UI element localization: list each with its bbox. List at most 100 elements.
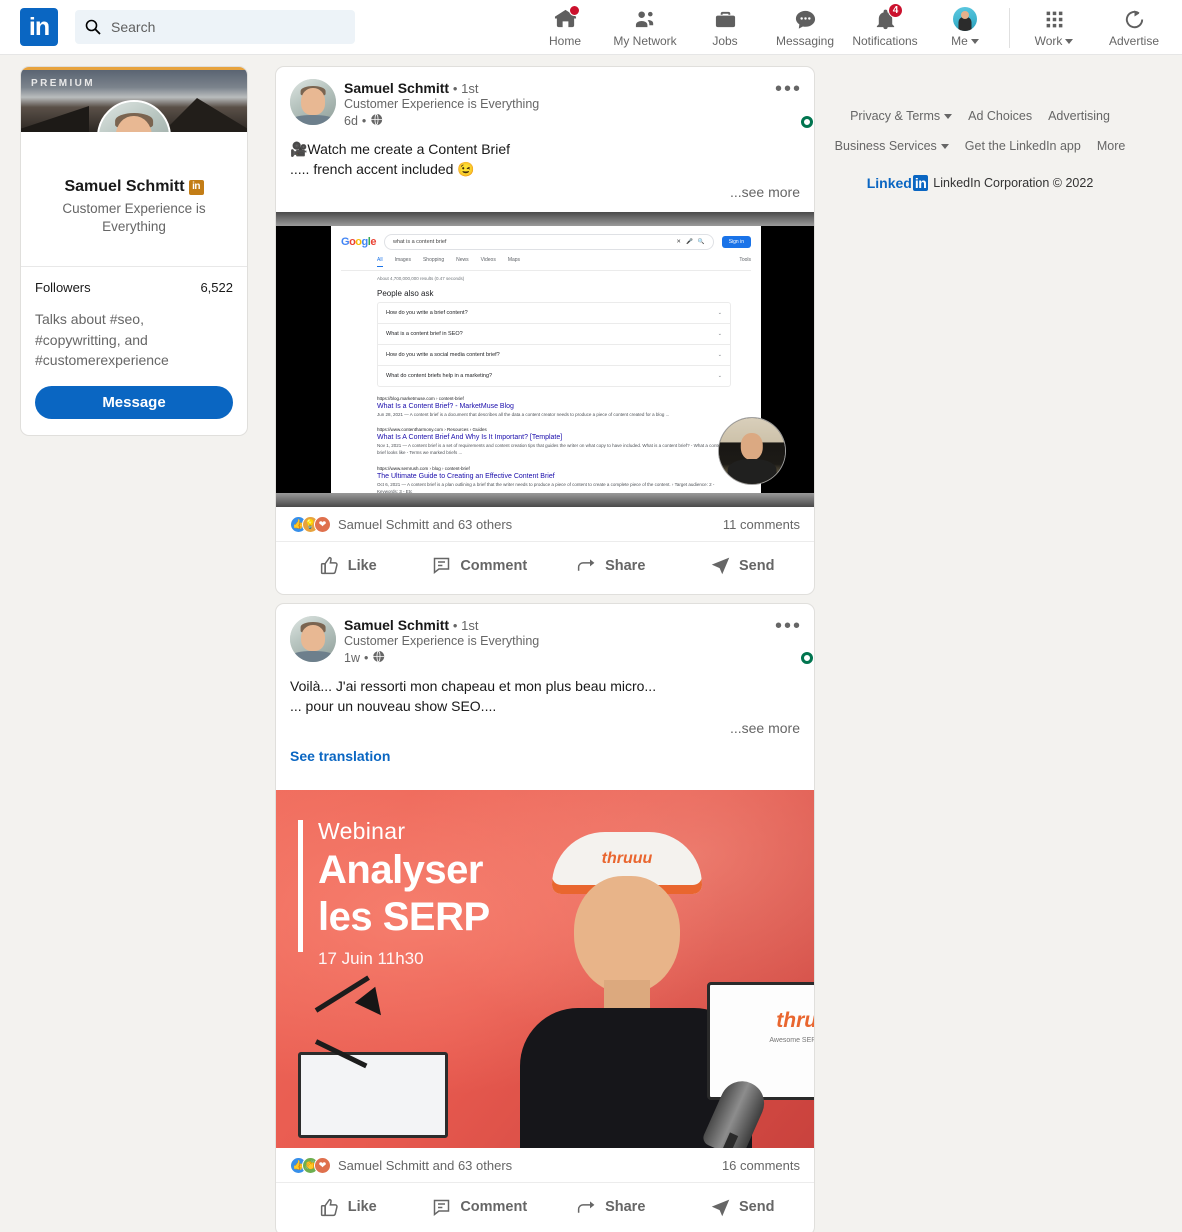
nav-label-work: Work bbox=[1034, 34, 1063, 48]
reaction-text: Samuel Schmitt and 63 others bbox=[338, 1158, 513, 1174]
google-query: what is a content brief bbox=[392, 238, 447, 245]
send-button[interactable]: Send bbox=[677, 1187, 809, 1227]
share-button[interactable]: Share bbox=[545, 546, 677, 586]
footer-link-get-app[interactable]: Get the LinkedIn app bbox=[965, 135, 1081, 159]
comments-count[interactable]: 11 comments bbox=[723, 517, 800, 532]
google-result: https://www.contentharmony.com › Resourc… bbox=[377, 427, 724, 456]
talks-about: Talks about #seo, #copywritting, and #cu… bbox=[35, 311, 169, 369]
post-more-options-button[interactable]: ••• bbox=[775, 79, 802, 99]
profile-stats[interactable]: Followers 6,522 bbox=[21, 267, 247, 295]
cap-brand-text: thruuu bbox=[601, 850, 653, 868]
nav-item-jobs[interactable]: Jobs bbox=[685, 0, 765, 55]
nav-item-work[interactable]: Work bbox=[1014, 0, 1094, 55]
jobs-icon bbox=[713, 7, 737, 31]
google-logo: Google bbox=[341, 235, 376, 248]
premium-label: PREMIUM bbox=[31, 78, 96, 89]
search-input[interactable] bbox=[111, 19, 345, 35]
google-result: https://www.semrush.com › blog › content… bbox=[377, 465, 715, 493]
see-more-link[interactable]: ...see more bbox=[276, 716, 814, 736]
nav-item-my-network[interactable]: My Network bbox=[605, 0, 685, 55]
nav-item-me[interactable]: Me bbox=[925, 0, 1005, 55]
post-author-headline: Customer Experience is Everything bbox=[344, 97, 540, 111]
nav-item-notifications[interactable]: 4 Notifications bbox=[845, 0, 925, 55]
post-media-video[interactable]: thruuu Awesome SERP Analyzer thruuu bbox=[276, 790, 814, 1149]
like-label: Like bbox=[347, 1199, 377, 1216]
post-author-meta: Samuel Schmitt • 1st Customer Experience… bbox=[344, 79, 539, 129]
see-translation-link[interactable]: See translation bbox=[276, 736, 814, 778]
microphone-icon bbox=[700, 1074, 772, 1149]
post-card: Samuel Schmitt • 1st Customer Experience… bbox=[275, 66, 815, 595]
avatar[interactable] bbox=[290, 615, 336, 662]
paa-question: How do you write a social media content … bbox=[378, 345, 730, 366]
reaction-summary[interactable]: 👍 👏 ❤ Samuel Schmitt and 63 others bbox=[290, 1157, 513, 1175]
post-more-options-button[interactable]: ••• bbox=[775, 616, 802, 636]
nav-label-advertise: Advertise bbox=[1108, 34, 1160, 48]
post-author-headline: Customer Experience is Everything bbox=[344, 633, 540, 648]
premium-badge-icon: in bbox=[188, 179, 204, 195]
profile-card: PREMIUM Samuel Schmitt in Customer Exper… bbox=[20, 66, 248, 437]
nav-item-advertise[interactable]: Advertise bbox=[1094, 0, 1174, 55]
google-serp-screenshot: Google what is a content brief ✕ 🎤 🔍 Sig… bbox=[331, 225, 761, 493]
mountain-left-shape bbox=[21, 106, 89, 132]
search-icon bbox=[85, 19, 101, 35]
nav-item-messaging[interactable]: Messaging bbox=[765, 0, 845, 55]
video-bottom-bar bbox=[276, 492, 814, 507]
post-author-name[interactable]: Samuel Schmitt bbox=[344, 80, 449, 96]
send-label: Send bbox=[739, 1199, 775, 1216]
post-header: Samuel Schmitt • 1st Customer Experience… bbox=[276, 604, 814, 667]
top-navigation-bar: in Home My Network Jobs bbox=[0, 0, 1182, 55]
me-avatar-icon bbox=[953, 7, 977, 31]
profile-name-row[interactable]: Samuel Schmitt in bbox=[64, 178, 204, 196]
message-button[interactable]: Message bbox=[35, 386, 233, 420]
chevron-down-icon: ⌄ bbox=[717, 351, 722, 358]
reaction-summary[interactable]: 👍 💡 ❤ Samuel Schmitt and 63 others bbox=[290, 515, 512, 533]
profile-headline: Customer Experience is Everything bbox=[62, 201, 206, 235]
cover-photo: PREMIUM bbox=[21, 70, 247, 132]
comment-button[interactable]: Comment bbox=[414, 546, 546, 586]
avatar[interactable] bbox=[290, 79, 336, 125]
linkedin-wordmark: Linked in bbox=[866, 174, 929, 191]
nav-label-my-network: My Network bbox=[613, 34, 677, 48]
footer-link-business-services[interactable]: Business Services bbox=[835, 135, 949, 159]
profile-avatar-wrap[interactable] bbox=[97, 100, 171, 132]
footer-link-privacy-terms[interactable]: Privacy & Terms bbox=[850, 105, 953, 129]
like-button[interactable]: Like bbox=[282, 1187, 414, 1227]
post-card: Samuel Schmitt • 1st Customer Experience… bbox=[275, 602, 815, 1232]
footer-link-advertising[interactable]: Advertising bbox=[1048, 105, 1110, 129]
google-tools: Tools bbox=[739, 256, 751, 263]
post-media-video[interactable]: Google what is a content brief ✕ 🎤 🔍 Sig… bbox=[276, 211, 814, 507]
copyright-row: Linked in LinkedIn Corporation © 2022 bbox=[830, 174, 1130, 191]
left-sidebar: PREMIUM Samuel Schmitt in Customer Exper… bbox=[0, 55, 255, 1232]
search-box[interactable] bbox=[75, 10, 355, 44]
notifications-badge: 4 bbox=[888, 3, 903, 18]
avatar-photo bbox=[290, 79, 336, 125]
footer-link-ad-choices[interactable]: Ad Choices bbox=[968, 105, 1032, 129]
home-badge bbox=[569, 5, 580, 16]
post-timestamp-row: 1w • bbox=[344, 650, 539, 666]
avatar bbox=[953, 7, 977, 31]
avatar[interactable] bbox=[97, 100, 171, 132]
post-author-name[interactable]: Samuel Schmitt bbox=[344, 617, 449, 633]
video-top-bar bbox=[276, 211, 814, 226]
see-more-link[interactable]: ...see more bbox=[276, 180, 814, 200]
send-button[interactable]: Send bbox=[677, 546, 809, 586]
my-network-icon bbox=[633, 7, 657, 31]
comments-count[interactable]: 16 comments bbox=[722, 1158, 800, 1173]
webinar-date: 17 Juin 11h30 bbox=[318, 948, 424, 968]
home-icon bbox=[553, 5, 580, 31]
video-face bbox=[574, 876, 680, 995]
nav-label-home: Home bbox=[548, 34, 581, 48]
avatar-photo bbox=[290, 615, 336, 662]
google-tab-news: News bbox=[456, 256, 469, 263]
like-button[interactable]: Like bbox=[282, 546, 414, 586]
reaction-love-icon: ❤ bbox=[314, 1157, 331, 1175]
linkedin-logo[interactable]: in bbox=[20, 8, 58, 46]
footer-link-more[interactable]: More bbox=[1097, 135, 1125, 159]
share-button[interactable]: Share bbox=[545, 1187, 677, 1227]
post-timestamp: 1w bbox=[344, 650, 360, 665]
post-author-degree: • 1st bbox=[452, 81, 479, 96]
search-icon: 🔍 bbox=[697, 238, 705, 245]
nav-item-home[interactable]: Home bbox=[525, 0, 605, 55]
mic-icon: 🎤 bbox=[685, 238, 693, 245]
comment-button[interactable]: Comment bbox=[414, 1187, 546, 1227]
